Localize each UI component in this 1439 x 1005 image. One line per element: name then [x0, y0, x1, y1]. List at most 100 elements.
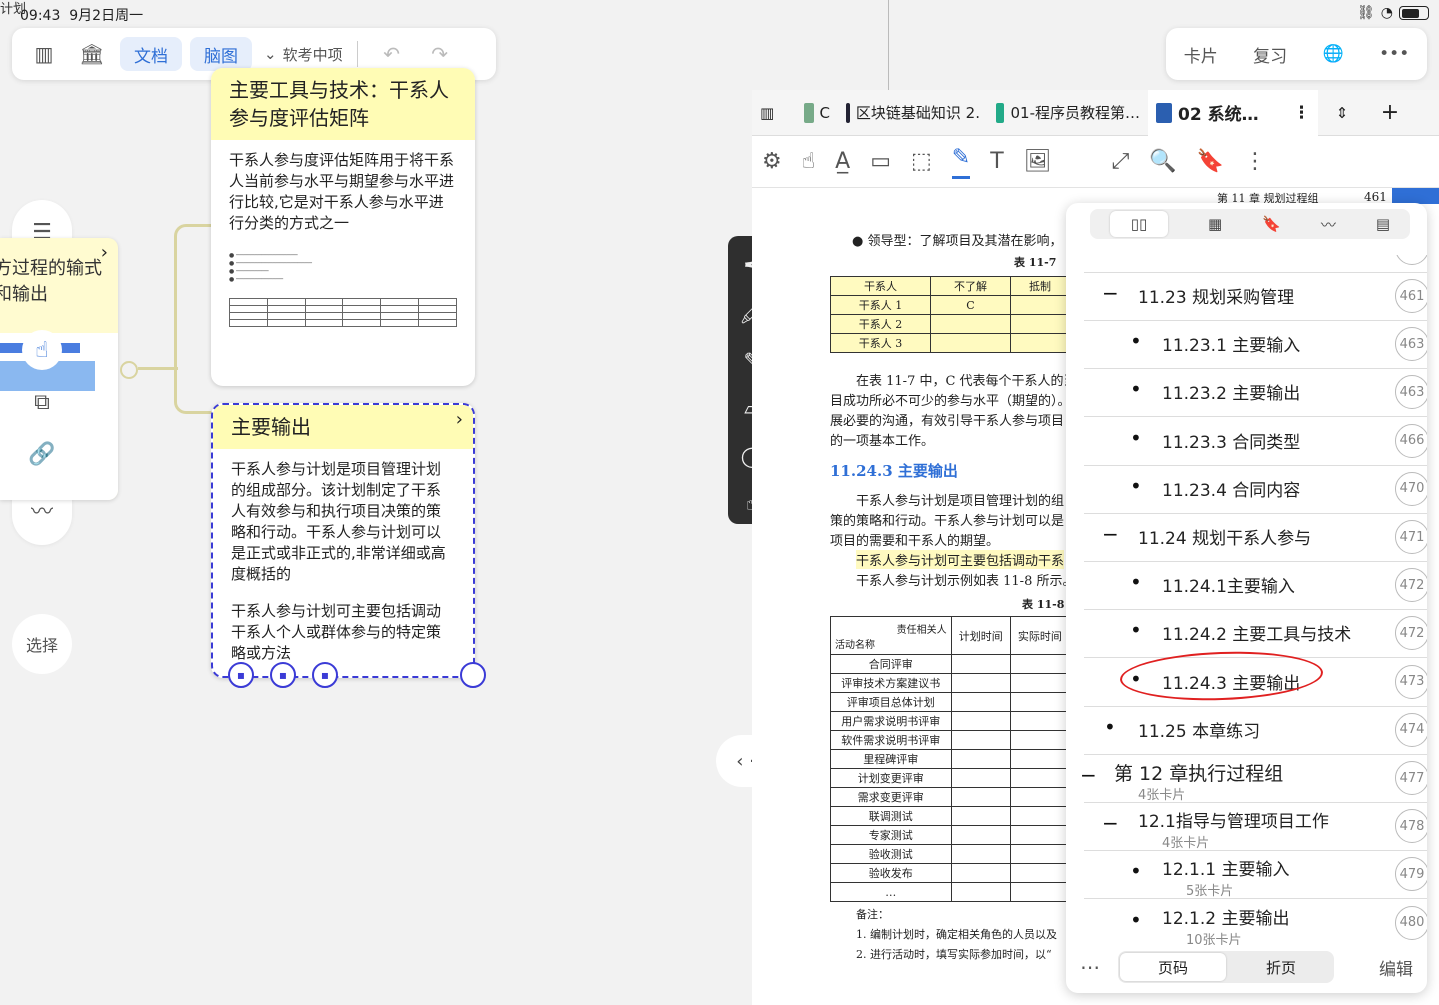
edit-button[interactable]: 编辑: [1379, 955, 1413, 980]
folded-mode[interactable]: 折页: [1228, 953, 1334, 981]
outline-item[interactable]: • 11.24.1主要输入 472: [1084, 562, 1427, 611]
para-line: 的一项基本工作。: [830, 434, 935, 449]
mindmap-card-tools[interactable]: 主要工具与技术：干系人参与度评估矩阵 干系人参与度评估矩阵用于将干系人当前参与水…: [211, 68, 475, 386]
tab-mindmap[interactable]: 脑图: [190, 37, 252, 71]
pdf-toolbar: ⚙ ☝ A̲ ▭ ⬚ ✎ T 🖼 ⤢ 🔍 🔖 ⋮: [752, 136, 1439, 188]
pdf-tab-3[interactable]: 02 系统… ⋮: [1148, 89, 1318, 136]
view-mode-segmented: 页码 折页: [1118, 951, 1334, 983]
outline-item[interactable]: 461: [1084, 255, 1427, 273]
outline-item[interactable]: • 11.24.2 主要工具与技术 472: [1084, 610, 1427, 659]
card-title: 主要输出: [213, 405, 473, 449]
pdf-tab-1[interactable]: 区块链基础知识 2.: [838, 90, 988, 136]
split-divider[interactable]: [888, 0, 889, 90]
select-button[interactable]: 选择: [12, 614, 72, 674]
outline-item[interactable]: • 11.23.4 合同内容 470: [1084, 466, 1427, 514]
collapse-icon[interactable]: −: [1102, 522, 1119, 546]
book-outline-icon[interactable]: ▯▯: [1109, 211, 1168, 237]
link-icon: ⛓: [1357, 5, 1375, 21]
sidebar-toggle-icon[interactable]: ▥: [752, 90, 796, 136]
para-line: 干系人参与计划示例如表 11-8 所示。: [856, 574, 1076, 589]
pdf-tab-0[interactable]: C: [796, 90, 838, 136]
redo-icon[interactable]: ↷: [420, 36, 460, 72]
copy-icon[interactable]: ⧉: [22, 382, 62, 422]
more-vertical-icon[interactable]: ⋮: [1293, 103, 1310, 123]
page-badge: 480: [1395, 905, 1427, 940]
outline-item[interactable]: • 11.23.2 主要输出 463: [1084, 369, 1427, 418]
sort-icon[interactable]: ⇕: [1318, 90, 1366, 136]
hand-pointer-icon[interactable]: ☝: [802, 149, 815, 174]
collapse-icon[interactable]: −: [1102, 281, 1119, 305]
bookmark-icon[interactable]: 🔖: [1262, 215, 1281, 233]
table-caption: 表 11-7: [1014, 256, 1057, 269]
pdf-tab-2[interactable]: 01-程序员教程第…: [988, 90, 1148, 136]
search-document-icon[interactable]: 🔍: [1149, 149, 1176, 174]
page-number-mode[interactable]: 页码: [1120, 953, 1226, 981]
chevron-right-icon[interactable]: ›: [101, 242, 108, 263]
add-tab-icon[interactable]: +: [1366, 90, 1414, 136]
comment-icon[interactable]: ▪: [228, 662, 254, 688]
fit-icon[interactable]: ⬚: [911, 149, 932, 174]
image-icon[interactable]: 🖼: [1024, 149, 1052, 174]
outline-item[interactable]: • 11.23.3 合同类型 466: [1084, 418, 1427, 466]
squiggle-icon[interactable]: 〰: [1321, 214, 1336, 235]
resize-handle-icon[interactable]: [460, 662, 486, 688]
bullet-icon: •: [1130, 473, 1142, 498]
review-button[interactable]: 复习: [1253, 42, 1287, 67]
outline-list: 461 −11.23 规划采购管理461•11.23.1 主要输入463•11.…: [1066, 255, 1427, 945]
grid-icon[interactable]: ▦: [1208, 215, 1222, 233]
card-body: 干系人参与度评估矩阵用于将干系人当前参与水平与期望参与水平进行比较,它是对干系人…: [229, 151, 455, 232]
textbox-icon[interactable]: T: [990, 149, 1003, 174]
book-icon: [1156, 102, 1172, 123]
outline-item[interactable]: −11.24 规划干系人参与 471: [1084, 514, 1427, 562]
link-icon[interactable]: 🔗: [22, 434, 62, 474]
outline-item[interactable]: • 12.1.1 主要输入 5张卡片 479: [1084, 851, 1427, 900]
status-bar: 计划 09:43 9月2日周一 ⛓ ◔: [0, 0, 1439, 28]
add-child-icon[interactable]: ▪: [270, 662, 296, 688]
para-line: 策的策略和行动。干系人参与计划可以是: [830, 514, 1065, 529]
bullet-icon: •: [1104, 714, 1116, 739]
collapse-icon[interactable]: −: [1102, 811, 1119, 835]
crop-icon[interactable]: ▭: [870, 149, 891, 174]
mindmap-card-output[interactable]: 主要输出 › 干系人参与计划是项目管理计划的组成部分。该计划制定了干系人有效参与…: [211, 403, 475, 678]
note-line: 备注：: [856, 908, 889, 921]
settings-icon[interactable]: ⚙: [762, 149, 782, 174]
tab-document[interactable]: 文档: [120, 37, 182, 71]
page-badge: 466: [1395, 423, 1427, 458]
undo-icon[interactable]: ↶: [372, 36, 412, 72]
page-number: 461: [1364, 190, 1387, 204]
collapse-icon[interactable]: −: [1080, 763, 1097, 787]
page-badge: 474: [1395, 712, 1427, 747]
notes-icon[interactable]: ▤: [1376, 215, 1390, 233]
outline-item[interactable]: −11.23 规划采购管理 461: [1084, 273, 1427, 321]
more-circle-icon[interactable]: ⋯: [1080, 955, 1100, 979]
squiggle-icon[interactable]: 〰: [22, 490, 62, 530]
outline-item[interactable]: −12.1指导与管理项目工作 4张卡片 478: [1084, 803, 1427, 852]
more-icon[interactable]: •••: [1379, 44, 1409, 64]
sidebar-toggle-icon[interactable]: ▥: [24, 36, 64, 72]
cards-button[interactable]: 卡片: [1184, 42, 1218, 67]
outline-tabs: ▯▯ ▦ 🔖 〰 ▤: [1090, 209, 1410, 239]
text-highlight-icon[interactable]: A̲: [835, 149, 850, 174]
library-icon[interactable]: 🏛: [72, 36, 112, 72]
note-line: 1. 编制计划时，确定相关角色的人员以及: [856, 928, 1057, 941]
chevron-down-icon: ⌄: [264, 45, 277, 63]
status-icons: ⛓ ◔: [1357, 5, 1429, 21]
outline-item[interactable]: − 第 12 章执行过程组 4张卡片 477: [1080, 755, 1427, 803]
outline-item-label: 12.1.2 主要输出: [1162, 908, 1290, 929]
outline-item[interactable]: • 11.23.1 主要输入 463: [1084, 321, 1427, 370]
add-sibling-icon[interactable]: ▪: [312, 662, 338, 688]
collapse-node-icon[interactable]: [120, 361, 138, 379]
outline-item-label: 11.24.2 主要工具与技术: [1162, 625, 1352, 646]
bullet-icon: •: [1130, 377, 1142, 402]
outline-item[interactable]: • 12.1.2 主要输出 10张卡片 480: [1084, 900, 1427, 945]
more-vertical-icon[interactable]: ⋮: [1244, 149, 1266, 174]
hand-pointer-icon[interactable]: ☝: [22, 330, 62, 370]
fullscreen-icon[interactable]: ⤢: [1112, 149, 1130, 174]
page-badge: 471: [1395, 520, 1427, 554]
project-dropdown[interactable]: ⌄ 软考中项: [264, 44, 343, 65]
bookmark-panel-icon[interactable]: 🔖: [1197, 149, 1224, 174]
outline-item[interactable]: • 11.25 本章练习 474: [1084, 707, 1427, 755]
www-help-icon[interactable]: 🌐: [1323, 44, 1344, 64]
chevron-right-icon[interactable]: ›: [456, 409, 463, 430]
pen-edit-icon[interactable]: ✎: [951, 145, 971, 179]
